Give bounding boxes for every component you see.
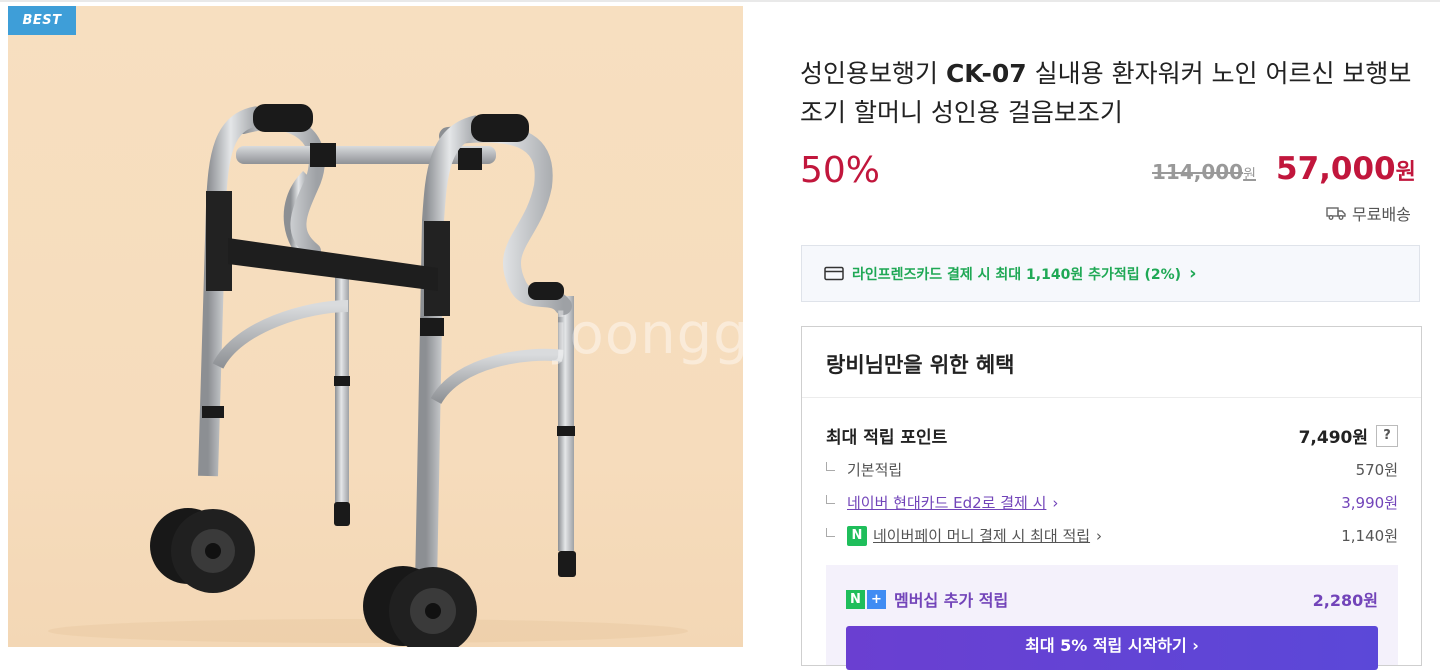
- original-price: 114,000원: [1152, 160, 1256, 184]
- basic-points-row: 기본적립 570원: [826, 459, 1398, 480]
- truck-icon: [1326, 207, 1346, 220]
- basic-points-value: 570원: [1355, 461, 1398, 479]
- shipping-info: 무료배송: [1326, 201, 1411, 225]
- best-badge: BEST: [8, 6, 76, 35]
- membership-start-button[interactable]: 최대 5% 적립 시작하기 ›: [846, 626, 1378, 670]
- product-image[interactable]: BEST joongg: [8, 6, 743, 647]
- naver-plus-icon: N +: [846, 589, 886, 609]
- original-price-value: 114,000: [1152, 160, 1244, 184]
- help-icon[interactable]: ?: [1376, 424, 1398, 447]
- max-points-row: 최대 적립 포인트 7,490원 ?: [826, 423, 1398, 448]
- membership-box: N + 멤버십 추가 적립 2,280원 최대 5% 적립 시작하기 ›: [826, 565, 1398, 670]
- chevron-right-icon: ›: [1189, 263, 1197, 284]
- tree-elbow-icon: [826, 495, 835, 504]
- watermark: joongg: [553, 302, 743, 367]
- tree-elbow-icon: [826, 462, 835, 471]
- npay-money-value: 1,140원: [1341, 527, 1398, 545]
- divider: [802, 397, 1421, 398]
- sale-price-value: 57,000: [1276, 151, 1396, 187]
- product-title: 성인용보행기 CK-07 실내용 환자워커 노인 어르신 보행보조기 할머니 성…: [800, 54, 1420, 132]
- hyundai-card-value: 3,990원: [1341, 494, 1398, 512]
- membership-row: N + 멤버십 추가 적립 2,280원: [846, 587, 1378, 611]
- membership-label: 멤버십 추가 적립: [894, 591, 1009, 610]
- npay-money-row[interactable]: N 네이버페이 머니 결제 시 최대 적립 › 1,140원: [826, 525, 1398, 546]
- benefits-title: 랑비님만을 위한 혜택: [826, 353, 1015, 377]
- original-price-unit: 원: [1243, 167, 1256, 183]
- title-model: CK-07: [945, 59, 1027, 88]
- max-points-value: 7,490원: [1298, 428, 1368, 448]
- hyundai-card-link[interactable]: 네이버 현대카드 Ed2로 결제 시: [847, 492, 1046, 513]
- naver-pay-icon: N: [847, 525, 867, 546]
- credit-card-icon: [824, 266, 844, 281]
- basic-points-label: 기본적립: [847, 461, 903, 479]
- sale-price-unit: 원: [1395, 160, 1416, 185]
- naver-n-glyph: N: [846, 589, 865, 609]
- membership-value: 2,280원: [1312, 591, 1378, 610]
- max-points-label: 최대 적립 포인트: [826, 428, 948, 448]
- hyundai-card-row[interactable]: 네이버 현대카드 Ed2로 결제 시 › 3,990원: [826, 492, 1398, 513]
- plus-glyph: +: [867, 589, 886, 609]
- shipping-label: 무료배송: [1352, 205, 1411, 224]
- chevron-right-icon: ›: [1096, 526, 1103, 545]
- top-divider: [0, 0, 1440, 2]
- benefits-panel: 랑비님만을 위한 혜택 최대 적립 포인트 7,490원 ? 기본적립 570원…: [801, 326, 1422, 670]
- npay-money-link[interactable]: 네이버페이 머니 결제 시 최대 적립: [873, 525, 1090, 546]
- tree-elbow-icon: [826, 528, 835, 537]
- sale-price: 57,000원: [1276, 151, 1416, 187]
- title-part1: 성인용보행기: [800, 59, 946, 88]
- discount-rate: 50%: [800, 150, 881, 191]
- card-promo-banner[interactable]: 라인프렌즈카드 결제 시 최대 1,140원 추가적립 (2%) ›: [801, 245, 1420, 302]
- card-promo-text: 라인프렌즈카드 결제 시 최대 1,140원 추가적립 (2%): [852, 266, 1182, 283]
- chevron-right-icon: ›: [1052, 493, 1059, 512]
